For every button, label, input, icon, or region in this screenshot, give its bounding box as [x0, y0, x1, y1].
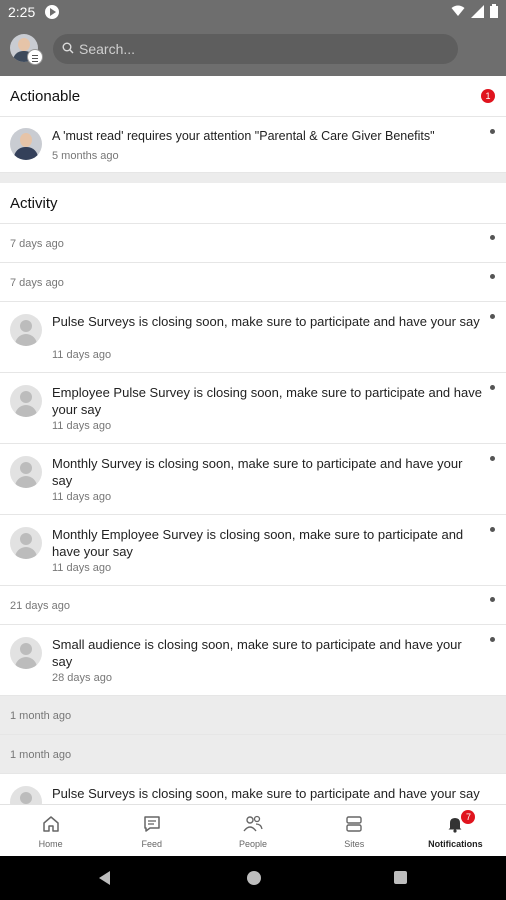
recents-icon[interactable] — [394, 871, 407, 884]
actionable-title: Actionable — [10, 88, 81, 105]
notifications-list: Actionable 1 A 'must read' requires your… — [0, 76, 506, 804]
unread-dot — [490, 385, 495, 390]
battery-icon — [490, 4, 498, 18]
nav-home[interactable]: Home — [0, 805, 101, 856]
unread-dot — [490, 235, 495, 240]
notification-time: 28 days ago — [52, 672, 112, 684]
avatar — [10, 128, 42, 160]
notification-time: 11 days ago — [52, 420, 112, 432]
system-nav-bar — [0, 856, 506, 900]
status-bar: 2:25 — [0, 0, 506, 26]
home-button-icon[interactable] — [247, 871, 261, 885]
notification-time: 11 days ago — [52, 562, 112, 574]
menu-icon[interactable] — [27, 49, 43, 65]
actionable-header: Actionable 1 — [0, 76, 506, 117]
actionable-count-badge: 1 — [481, 89, 495, 103]
date-label: 21 days ago — [10, 600, 70, 612]
date-label: 1 month ago — [10, 710, 72, 722]
nav-people[interactable]: People — [202, 805, 303, 856]
nav-feed-label: Feed — [141, 839, 163, 849]
unread-dot — [490, 274, 495, 279]
nav-sites-label: Sites — [344, 839, 365, 849]
date-row[interactable]: 21 days ago — [0, 586, 506, 625]
notification-message: Pulse Surveys is closing soon, make sure… — [52, 786, 480, 801]
nav-people-label: People — [238, 839, 268, 849]
play-notification-icon — [45, 5, 59, 19]
nav-home-label: Home — [38, 839, 63, 849]
unread-dot — [490, 527, 495, 532]
status-icons — [451, 4, 498, 18]
nav-feed[interactable]: Feed — [101, 805, 202, 856]
nav-notifications[interactable]: 7 Notifications — [405, 805, 506, 856]
unread-dot — [490, 456, 495, 461]
home-icon — [42, 816, 59, 832]
nav-notifications-label: Notifications — [428, 839, 483, 849]
notification-message: Monthly Employee Survey is closing soon,… — [52, 527, 464, 559]
notification-message: Pulse Surveys is closing soon, make sure… — [52, 314, 480, 329]
avatar-placeholder-icon — [10, 786, 42, 804]
notification-time: 11 days ago — [52, 491, 112, 503]
date-row[interactable]: 1 month ago — [0, 735, 506, 774]
avatar-placeholder-icon — [10, 385, 42, 417]
notification-message: A 'must read' requires your attention "P… — [52, 129, 435, 143]
unread-dot — [490, 129, 495, 134]
notification-item[interactable]: Monthly Survey is closing soon, make sur… — [0, 444, 506, 515]
date-row[interactable]: 7 days ago — [0, 224, 506, 263]
notification-message: Monthly Survey is closing soon, make sur… — [52, 456, 463, 488]
notifications-count-badge: 7 — [461, 810, 476, 824]
wifi-icon — [451, 5, 465, 16]
notification-item[interactable]: Pulse Surveys is closing soon, make sure… — [0, 302, 506, 373]
notification-time: 5 months ago — [52, 150, 119, 162]
date-label: 1 month ago — [10, 749, 72, 761]
status-time: 2:25 — [8, 4, 36, 20]
activity-title: Activity — [10, 195, 58, 212]
actionable-item[interactable]: A 'must read' requires your attention "P… — [0, 117, 506, 173]
people-icon — [243, 815, 263, 832]
notification-item[interactable]: Monthly Employee Survey is closing soon,… — [0, 515, 506, 586]
date-label: 7 days ago — [10, 277, 64, 289]
signal-icon — [471, 4, 484, 18]
date-row[interactable]: 1 month ago — [0, 696, 506, 735]
notification-message: Employee Pulse Survey is closing soon, m… — [52, 385, 482, 417]
bottom-nav: Home Feed People Sites 7 Notifications — [0, 804, 506, 856]
feed-icon — [144, 816, 160, 832]
avatar-placeholder-icon — [10, 637, 42, 669]
activity-header: Activity — [0, 183, 506, 224]
search-input[interactable]: Search... — [53, 34, 458, 64]
avatar-placeholder-icon — [10, 527, 42, 559]
notification-item[interactable]: Pulse Surveys is closing soon, make sure… — [0, 774, 506, 804]
back-icon[interactable] — [99, 871, 110, 885]
date-row[interactable]: 7 days ago — [0, 263, 506, 302]
notification-item[interactable]: Employee Pulse Survey is closing soon, m… — [0, 373, 506, 444]
unread-dot — [490, 597, 495, 602]
search-placeholder: Search... — [79, 41, 136, 57]
notification-time: 11 days ago — [52, 349, 112, 361]
section-divider — [0, 173, 506, 183]
app-bar: Search... — [0, 26, 506, 76]
search-icon — [62, 42, 74, 54]
sites-icon — [346, 816, 362, 832]
unread-dot — [490, 314, 495, 319]
nav-sites[interactable]: Sites — [304, 805, 405, 856]
date-label: 7 days ago — [10, 238, 64, 250]
unread-dot — [490, 637, 495, 642]
avatar-placeholder-icon — [10, 456, 42, 488]
avatar-placeholder-icon — [10, 314, 42, 346]
notification-item[interactable]: Small audience is closing soon, make sur… — [0, 625, 506, 696]
notification-message: Small audience is closing soon, make sur… — [52, 637, 462, 669]
